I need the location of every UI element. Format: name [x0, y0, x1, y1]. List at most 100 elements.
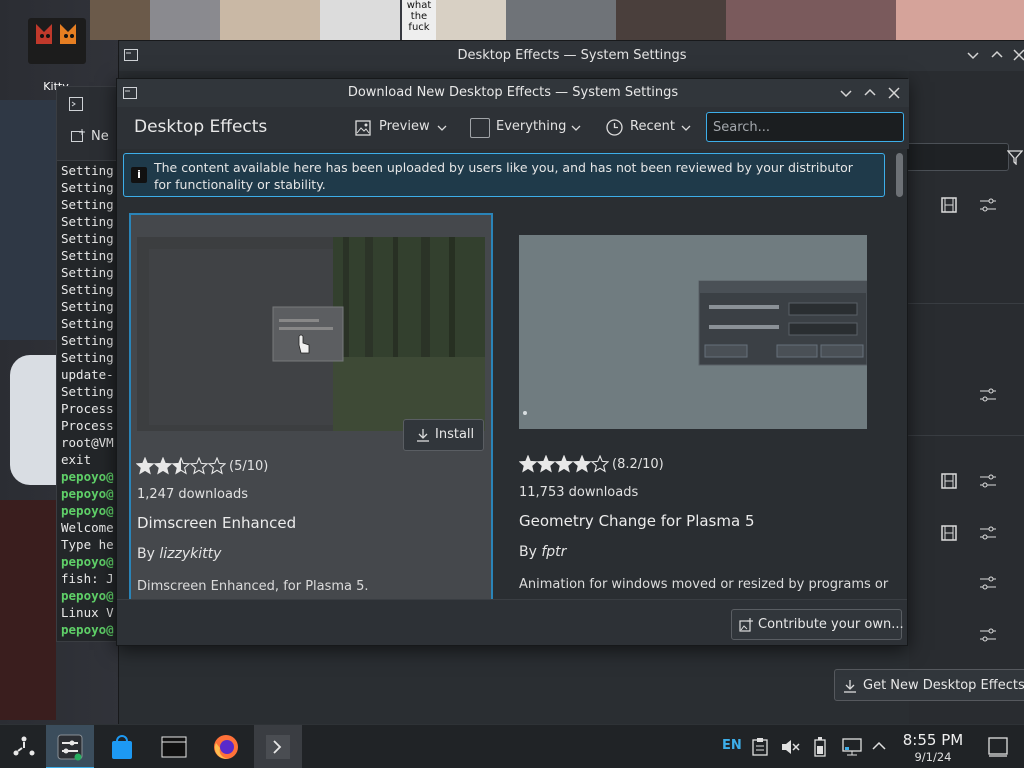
minimize-icon[interactable]	[967, 49, 979, 61]
window-menu-icon[interactable]	[124, 49, 138, 61]
clipboard-icon[interactable]	[752, 738, 768, 756]
sort-label: Recent	[630, 119, 675, 134]
kitty-desktop-icon[interactable]	[28, 18, 86, 64]
star-filled-icon	[537, 456, 555, 472]
install-label: Install	[435, 427, 475, 442]
network-wired-icon[interactable]	[842, 738, 862, 756]
effect-description: Dimscreen Enhanced, for Plasma 5.	[137, 579, 369, 594]
configure-icon[interactable]	[979, 575, 997, 591]
star-filled-icon	[154, 458, 172, 474]
download-dialog[interactable]: Download New Desktop Effects — System Se…	[116, 78, 909, 646]
close-icon[interactable]	[1013, 49, 1024, 61]
maximize-icon[interactable]	[991, 49, 1003, 61]
star-filled-icon	[555, 456, 573, 472]
star-filled-icon	[519, 456, 537, 472]
system-settings-icon	[57, 734, 83, 761]
task-discover[interactable]	[98, 725, 146, 768]
task-firefox[interactable]	[202, 725, 250, 768]
wallpaper-image	[150, 0, 220, 40]
task-file-manager[interactable]	[150, 725, 198, 768]
content-warning-banner: i The content available here has been up…	[123, 153, 885, 197]
effect-preview-image	[519, 235, 867, 429]
clock-time[interactable]: 8:55 PM	[896, 731, 970, 749]
screenshot-thumbnail	[137, 237, 485, 431]
launcher-icon	[13, 736, 35, 756]
chevron-down-icon	[437, 125, 447, 131]
wallpaper-image	[220, 0, 320, 40]
image-icon	[355, 120, 371, 136]
video-preview-icon[interactable]	[941, 473, 957, 489]
configure-icon[interactable]	[979, 387, 997, 403]
checkbox-icon	[470, 118, 490, 138]
effect-title: Geometry Change for Plasma 5	[519, 512, 755, 530]
rating-text: (5/10)	[229, 459, 269, 474]
author-name: lizzykitty	[159, 546, 222, 562]
upload-image-icon	[739, 618, 753, 632]
volume-muted-icon[interactable]	[780, 738, 800, 756]
effect-title: Dimscreen Enhanced	[137, 514, 297, 532]
author-prefix: By	[137, 546, 155, 562]
effect-card-dimscreen[interactable]: Install (5/10) 1,247 downloads Dimscreen…	[129, 213, 493, 599]
new-tab-button[interactable]: Ne	[91, 129, 109, 144]
category-filter-dropdown[interactable]: Everything	[470, 116, 582, 140]
application-launcher[interactable]	[0, 725, 48, 768]
maximize-icon[interactable]	[864, 87, 876, 99]
dialog-toolbar: Desktop Effects Preview Everything Recen…	[117, 107, 909, 149]
configure-icon[interactable]	[979, 197, 997, 213]
video-preview-icon[interactable]	[941, 525, 957, 541]
author-prefix: By	[519, 544, 537, 560]
clock-date[interactable]: 9/1/24	[896, 750, 970, 764]
filter-icon[interactable]	[1007, 149, 1023, 165]
system-settings-title: Desktop Effects — System Settings	[119, 41, 1024, 71]
effect-author[interactable]: By fptr	[519, 544, 566, 560]
wallpaper-image	[896, 0, 1024, 40]
terminal-icon	[266, 735, 290, 759]
configure-icon[interactable]	[979, 627, 997, 643]
effects-filter-field[interactable]	[903, 143, 1009, 171]
configure-icon[interactable]	[979, 525, 997, 541]
firefox-icon	[214, 735, 238, 759]
wallpaper-image	[616, 0, 726, 40]
star-icon	[590, 455, 609, 473]
wallpaper-image	[10, 355, 56, 485]
screenshot-thumbnail	[519, 235, 867, 429]
chevron-up-icon[interactable]	[872, 741, 886, 751]
configure-icon[interactable]	[979, 473, 997, 489]
wallpaper-image	[90, 0, 150, 40]
effect-card-geometry-change[interactable]: (8.2/10) 11,753 downloads Geometry Chang…	[513, 213, 888, 599]
chevron-down-icon	[681, 125, 691, 131]
video-preview-icon[interactable]	[941, 197, 957, 213]
search-input[interactable]	[706, 112, 904, 142]
get-new-effects-button[interactable]: Get New Desktop Effects...	[834, 669, 1024, 701]
wallpaper-image	[506, 0, 616, 40]
content-warning-text: The content available here has been uplo…	[154, 160, 853, 192]
effect-preview-image	[137, 237, 485, 431]
preview-view-dropdown[interactable]: Preview	[355, 116, 449, 140]
minimize-icon[interactable]	[840, 87, 852, 99]
show-desktop-icon[interactable]	[988, 737, 1008, 757]
preview-label: Preview	[379, 119, 430, 134]
battery-icon[interactable]	[814, 737, 826, 757]
star-filled-icon	[573, 456, 591, 472]
wallpaper-caption: what the fuck	[402, 0, 436, 40]
dialog-heading: Desktop Effects	[134, 117, 268, 137]
wallpaper-image	[436, 0, 506, 40]
chevron-down-icon	[571, 125, 581, 131]
install-button[interactable]: Install	[403, 419, 484, 451]
info-icon: i	[131, 167, 147, 183]
sort-order-dropdown[interactable]: Recent	[606, 116, 692, 140]
task-terminal[interactable]	[254, 725, 302, 768]
contribute-button[interactable]: Contribute your own...	[731, 609, 904, 640]
dialog-titlebar[interactable]: Download New Desktop Effects — System Se…	[117, 79, 909, 107]
contribute-label: Contribute your own...	[758, 617, 904, 632]
star-icon	[207, 457, 226, 475]
star-rating-icons	[519, 455, 609, 473]
close-icon[interactable]	[888, 87, 900, 99]
rating-text: (8.2/10)	[612, 457, 664, 472]
cat-icon	[36, 24, 76, 44]
keyboard-layout-indicator[interactable]: EN	[722, 738, 742, 753]
effect-author[interactable]: By lizzykitty	[137, 546, 221, 562]
download-icon	[844, 680, 856, 693]
scrollbar-thumb[interactable]	[896, 153, 903, 197]
task-system-settings[interactable]	[46, 725, 94, 768]
